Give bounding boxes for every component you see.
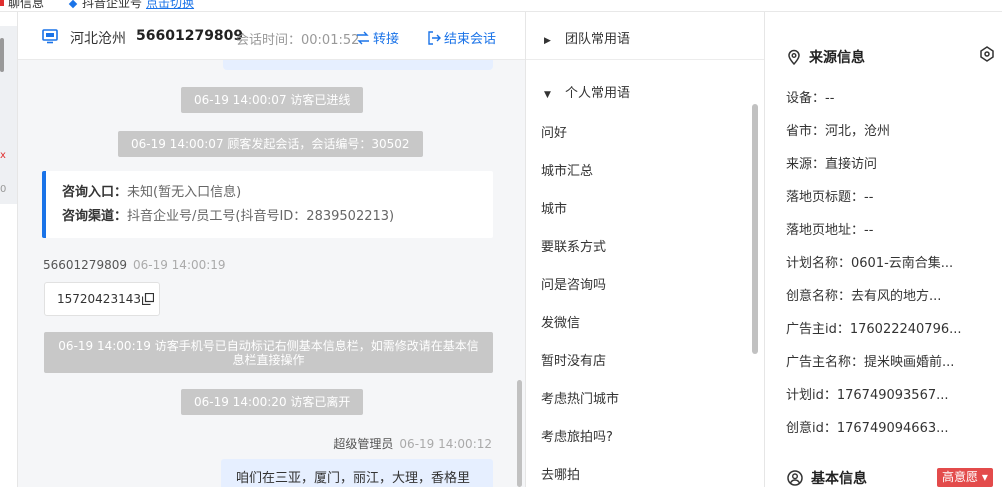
customer-message-bubble: 15720423143: [44, 282, 160, 316]
info-row-plan-id: 计划id：176749093567...: [786, 388, 949, 403]
customer-message-time: 06-19 14:00:19: [132, 258, 226, 272]
system-message-started: 06-19 14:00:07 顾客发起会话，会话编号：30502: [118, 131, 423, 157]
basic-info-title: 基本信息: [787, 468, 867, 487]
top-fragment-link[interactable]: 点击切换: [146, 0, 194, 10]
intent-tag-label: 高意愿: [942, 470, 979, 484]
phrase-item[interactable]: 发微信: [541, 312, 580, 331]
group-team-label: 团队常用语: [565, 32, 631, 47]
phrase-item[interactable]: 考虑旅拍吗?: [541, 426, 613, 445]
transfer-icon: [357, 31, 369, 45]
exit-icon: [428, 31, 441, 45]
system-message-left: 06-19 14:00:20 访客已离开: [181, 389, 364, 415]
red-marker-icon: [0, 0, 4, 6]
phrase-item[interactable]: 问好: [541, 122, 567, 141]
top-fragment-mid-text: 抖音企业号: [82, 0, 143, 10]
entry-key: 咨询入口：: [62, 185, 128, 200]
transfer-label: 转接: [373, 32, 400, 47]
intent-tag-dropdown[interactable]: 高意愿 ▾: [937, 468, 993, 487]
top-fragment-left: 聊信息: [8, 0, 45, 10]
agent-message-meta: 超级管理员 06-19 14:00:12: [333, 435, 492, 452]
customer-message-meta: 56601279809 06-19 14:00:19: [43, 258, 226, 272]
agent-sender: 超级管理员: [333, 437, 394, 451]
phrases-scrollbar[interactable]: [752, 104, 758, 354]
group-personal-label: 个人常用语: [565, 86, 631, 101]
customer-sender: 56601279809: [43, 258, 127, 272]
info-row-device: 设备：--: [786, 91, 835, 106]
info-row-advertiser-name: 广告主名称：提米映画婚前...: [786, 355, 955, 370]
left-stub-red-mark: x: [0, 150, 6, 161]
location-pin-icon: [788, 49, 800, 65]
info-row-source: 来源：直接访问: [786, 157, 878, 172]
left-session-list: x 0: [0, 12, 18, 487]
info-row-city: 省市：河北，沧州: [786, 124, 891, 139]
customer-message-text: 15720423143: [57, 292, 141, 306]
visitor-region: 河北沧州: [70, 31, 126, 47]
session-time: 会话时间：00:01:52: [236, 33, 360, 48]
top-fragment-mid: 抖音企业号 点击切换: [68, 0, 194, 11]
chat-header: 河北沧州 56601279809 会话时间：00:01:52 转接 结束会话: [18, 12, 525, 60]
phrase-item[interactable]: 城市汇总: [541, 160, 593, 179]
left-stub-count: 0: [0, 184, 7, 195]
transfer-button[interactable]: 转接: [356, 28, 399, 47]
info-row-landing-title: 落地页标题：--: [786, 190, 874, 205]
previous-message-bubble: [223, 60, 493, 70]
quick-phrases-panel: ▶ 团队常用语 ▼ 个人常用语 问好 城市汇总 城市 要联系方式 问是咨询吗 发微信…: [526, 12, 765, 487]
info-row-creative-id: 创意id：176749094663...: [786, 421, 949, 436]
phrase-item[interactable]: 要联系方式: [541, 236, 606, 255]
end-session-button[interactable]: 结束会话: [427, 28, 496, 47]
info-row-plan-name: 计划名称：0601-云南合集...: [786, 256, 954, 271]
phrase-item[interactable]: 去哪拍: [541, 464, 580, 483]
copy-icon[interactable]: [141, 293, 154, 305]
system-message-entered: 06-19 14:00:07 访客已进线: [181, 87, 364, 113]
info-row-creative-name: 创意名称：去有风的地方...: [786, 289, 942, 304]
source-info-title: 来源信息: [787, 47, 865, 67]
chat-scrollbar[interactable]: [517, 380, 522, 487]
agent-message-time: 06-19 14:00:12: [399, 437, 492, 451]
chat-panel: 河北沧州 56601279809 会话时间：00:01:52 转接 结束会话 0…: [18, 12, 526, 487]
target-icon[interactable]: [978, 45, 996, 63]
phrase-item[interactable]: 考虑热门城市: [541, 388, 619, 407]
diamond-icon: [68, 0, 78, 9]
info-row-advertiser-id: 广告主id：176022240796...: [786, 322, 962, 337]
info-row-landing-url: 落地页地址：--: [786, 223, 874, 238]
channel-value: 抖音企业号/员工号(抖音号ID：2839502213): [127, 209, 395, 224]
phrase-item[interactable]: 城市: [541, 198, 567, 217]
session-list-indicator: [0, 38, 4, 72]
end-session-label: 结束会话: [444, 32, 497, 47]
monitor-icon: [42, 29, 58, 44]
source-info-label: 来源信息: [809, 50, 865, 66]
agent-message-bubble: 咱们在三亚，厦门，丽江，大理，香格里: [221, 459, 493, 487]
caret-down-icon: ▾: [978, 470, 988, 484]
phrase-item[interactable]: 暂时没有店: [541, 350, 606, 369]
basic-info-label: 基本信息: [811, 471, 867, 487]
system-message-auto-mark: 06-19 14:00:19 访客手机号已自动标记右侧基本信息栏，如需修改请在基…: [44, 332, 493, 373]
entry-info-card: 咨询入口：未知(暂无入口信息) 咨询渠道：抖音企业号/员工号(抖音号ID：283…: [42, 171, 493, 238]
group-team-phrases[interactable]: ▶ 团队常用语: [526, 20, 764, 60]
user-icon: [787, 470, 803, 486]
customer-info-panel: 来源信息 设备：-- 省市：河北，沧州 来源：直接访问 落地页标题：-- 落地页…: [765, 12, 1002, 487]
top-strip: 聊信息 抖音企业号 点击切换: [0, 0, 1002, 12]
visitor-id: 56601279809: [136, 28, 244, 44]
caret-right-icon: ▶: [544, 36, 551, 46]
caret-down-icon: ▼: [544, 90, 551, 100]
channel-key: 咨询渠道：: [62, 209, 128, 224]
group-personal-phrases[interactable]: ▼ 个人常用语: [526, 74, 764, 114]
phrase-item[interactable]: 问是咨询吗: [541, 274, 606, 293]
entry-value: 未知(暂无入口信息): [127, 185, 242, 200]
